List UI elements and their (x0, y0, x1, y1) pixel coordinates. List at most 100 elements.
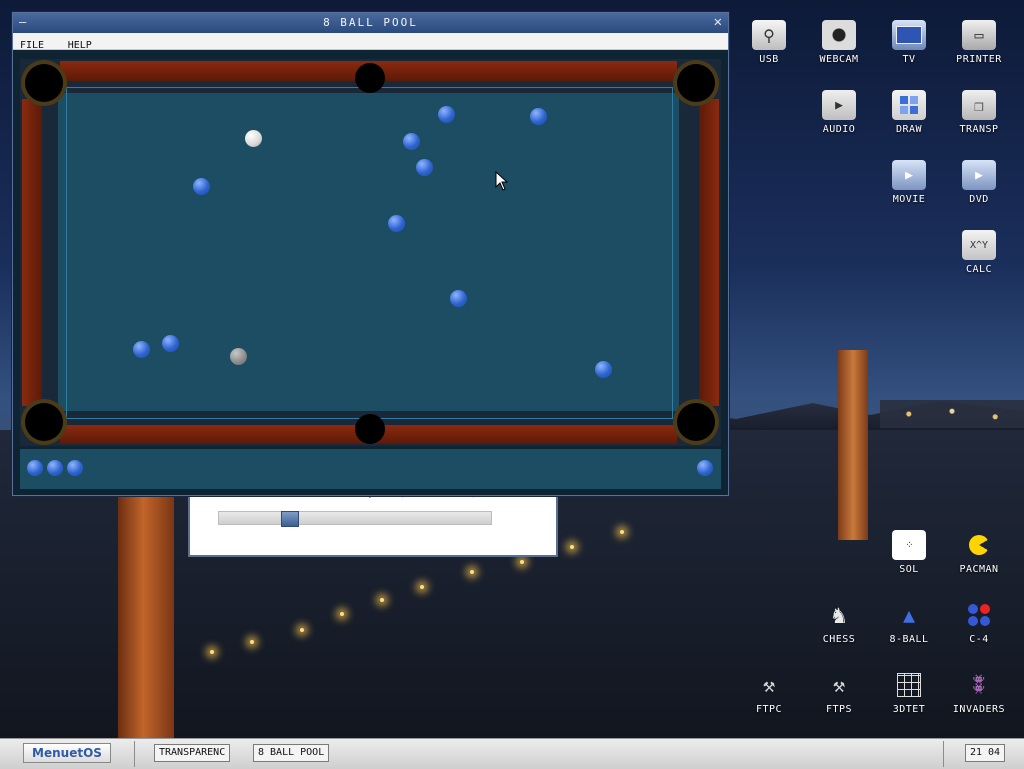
transp-icon: ❐ (962, 90, 996, 120)
ftps-icon: ⚒ (832, 673, 846, 697)
pocket-top-middle (355, 63, 385, 93)
desktop-icon-label: INVADERS (952, 704, 1006, 715)
desktop-icon-8-ball[interactable]: ▲ 8-BALL (874, 600, 944, 645)
desktop-icon-dvd[interactable]: ▶ DVD (944, 160, 1014, 205)
desktop-icon-3dtet[interactable]: 3DTET (874, 670, 944, 715)
bridge-lamp (380, 598, 384, 602)
ftpc-icon: ⚒ (762, 673, 776, 697)
bridge-lamp (570, 545, 574, 549)
background-bridge-tower-far (838, 350, 868, 540)
8ball-icon: ▲ (902, 603, 916, 627)
desktop-icon-c-4[interactable]: C-4 (944, 600, 1014, 645)
desktop-icon-label: 8-BALL (889, 634, 929, 645)
desktop-icon-label: DRAW (895, 124, 923, 135)
invaders-icon: 👾 👾 (972, 675, 986, 695)
desktop-icon-usb[interactable]: ⚲ USB (734, 20, 804, 65)
background-bridge-tower-near (118, 495, 174, 740)
desktop-icon-label: C-4 (969, 634, 989, 645)
desktop-icon-invaders[interactable]: 👾 👾 INVADERS (944, 670, 1014, 716)
usb-icon: ⚲ (752, 20, 786, 50)
ball (133, 341, 150, 358)
mouse-pointer-icon (495, 171, 509, 191)
pocketed-ball (697, 460, 713, 476)
pacman-icon (962, 530, 996, 560)
bridge-lamp (620, 530, 624, 534)
taskbar-item-transparenc[interactable]: TRANSPARENC (154, 744, 231, 762)
bridge-lamp (420, 585, 424, 589)
pool-table[interactable] (20, 59, 721, 446)
tv-icon (892, 20, 926, 50)
menu-help[interactable]: HELP (61, 38, 99, 51)
desktop-icon-ftps[interactable]: ⚒ FTPS (804, 670, 874, 715)
desktop-icon-label: SOL (899, 564, 919, 575)
cushion-outline (66, 87, 673, 419)
ball (438, 106, 455, 123)
taskbar: MenuetOS TRANSPARENC 8 BALL POOL 21 04 (0, 738, 1024, 769)
solitaire-icon: ⁘ (892, 530, 926, 560)
right-rail (699, 99, 719, 406)
cue-ball[interactable] (245, 130, 262, 147)
desktop-icon-tv[interactable]: TV (874, 20, 944, 65)
pocketed-balls-tray (20, 449, 721, 489)
desktop-icon-transp[interactable]: ❐ TRANSP (944, 90, 1014, 135)
chess-icon: ♞ (831, 601, 847, 629)
desktop-icon-label: FTPC (755, 704, 783, 715)
desktop-icon-label: CHESS (822, 634, 856, 645)
eight-ball-pool-window[interactable]: – 8 BALL POOL ✕ FILE HELP (12, 12, 729, 496)
connect4-icon (962, 600, 996, 630)
pocket-bottom-left (25, 403, 63, 441)
left-rail (22, 99, 42, 406)
transparency-dialog[interactable]: Set window content move speed (0x3f0-0x3… (188, 487, 558, 557)
bridge-lamp (520, 560, 524, 564)
slider-thumb[interactable] (281, 511, 299, 527)
pocketed-ball (27, 460, 43, 476)
desktop-icon-calc[interactable]: X^Y CALC (944, 230, 1014, 275)
bridge-lamp (300, 628, 304, 632)
desktop-icon-movie[interactable]: ▶ MOVIE (874, 160, 944, 205)
desktop-icon-webcam[interactable]: WEBCAM (804, 20, 874, 65)
ball (403, 133, 420, 150)
webcam-icon (822, 20, 856, 50)
calc-icon-text: X^Y (969, 239, 989, 251)
desktop-icon-label: CALC (965, 264, 993, 275)
pocket-bottom-right (677, 403, 715, 441)
ball (450, 290, 467, 307)
menu-bar: FILE HELP (13, 33, 728, 51)
pocketed-ball (47, 460, 63, 476)
calc-icon: X^Y (962, 230, 996, 260)
start-menu-button[interactable]: MenuetOS (23, 743, 111, 763)
desktop-icon-pacman[interactable]: PACMAN (944, 530, 1014, 575)
window-titlebar[interactable]: – 8 BALL POOL ✕ (13, 13, 728, 33)
taskbar-divider (943, 741, 944, 767)
desktop-icon-label: USB (759, 54, 779, 65)
pocket-top-right (677, 64, 715, 102)
bridge-lamp (340, 612, 344, 616)
taskbar-item-8-ball-pool[interactable]: 8 BALL POOL (253, 744, 330, 762)
ball (530, 108, 547, 125)
desktop-icon-audio[interactable]: ▶ AUDIO (804, 90, 874, 135)
dvd-icon: ▶ (962, 160, 996, 190)
desktop-icon-label: PRINTER (956, 54, 1002, 65)
3dtet-icon (892, 670, 926, 700)
desktop-icon-sol[interactable]: ⁘ SOL (874, 530, 944, 575)
desktop-icon-label: AUDIO (822, 124, 856, 135)
desktop-icon-label: MOVIE (892, 194, 926, 205)
menu-file[interactable]: FILE (13, 38, 51, 51)
desktop-icon-chess[interactable]: ♞ CHESS (804, 600, 874, 645)
desktop-icon-label: TRANSP (959, 124, 999, 135)
desktop-icon-draw[interactable]: DRAW (874, 90, 944, 135)
desktop-icon-label: DVD (969, 194, 989, 205)
desktop-icon-printer[interactable]: ▭ PRINTER (944, 20, 1014, 65)
pocket-bottom-middle (355, 414, 385, 444)
ball (193, 178, 210, 195)
bridge-lamp (470, 570, 474, 574)
close-button[interactable]: ✕ (714, 14, 722, 30)
printer-icon: ▭ (962, 20, 996, 50)
ball (230, 348, 247, 365)
pocketed-ball (67, 460, 83, 476)
desktop-icon-label: FTPS (825, 704, 853, 715)
desktop-icon-label: PACMAN (959, 564, 999, 575)
speed-slider[interactable] (218, 511, 492, 527)
desktop-icon-label: WEBCAM (819, 54, 859, 65)
desktop-icon-ftpc[interactable]: ⚒ FTPC (734, 670, 804, 715)
